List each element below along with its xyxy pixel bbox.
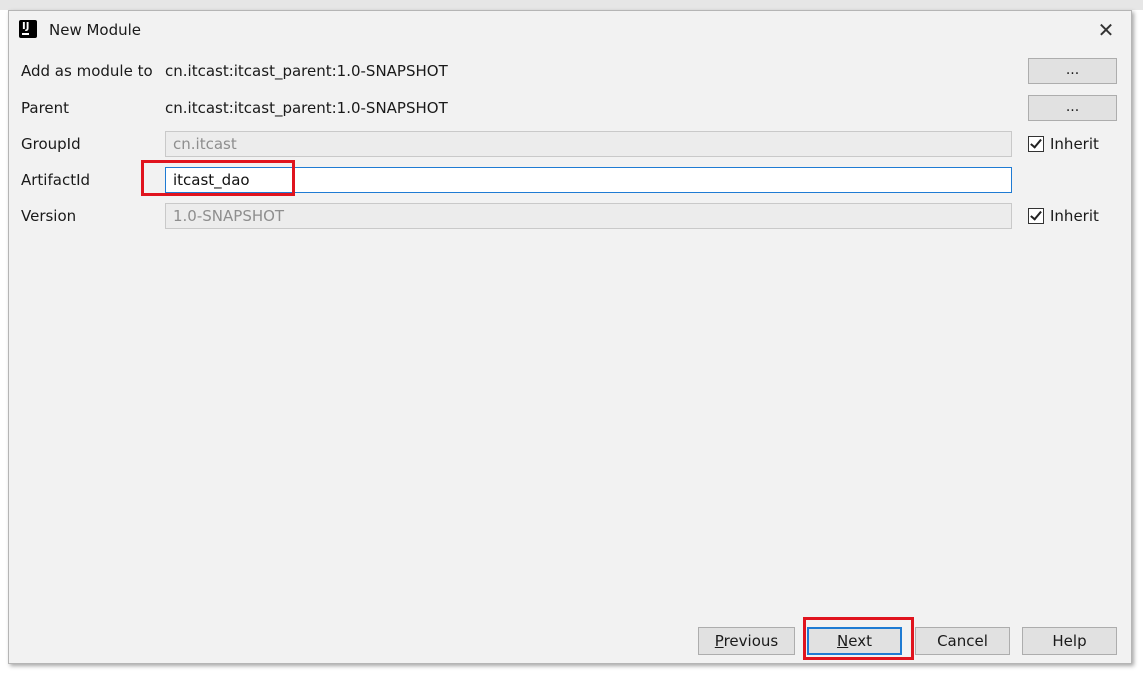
parent-value: cn.itcast:itcast_parent:1.0-SNAPSHOT xyxy=(165,99,448,117)
title-bar: IJ New Module ✕ xyxy=(9,11,1131,49)
version-inherit-checkbox[interactable]: Inherit xyxy=(1028,207,1099,225)
parent-label: Parent xyxy=(21,99,70,117)
artifact-id-label: ArtifactId xyxy=(21,171,91,189)
cancel-button[interactable]: Cancel xyxy=(915,627,1010,655)
version-inherit-label: Inherit xyxy=(1050,207,1099,225)
group-id-label: GroupId xyxy=(21,135,81,153)
previous-button[interactable]: Previous xyxy=(698,627,795,655)
previous-label: revious xyxy=(723,632,779,650)
close-icon[interactable]: ✕ xyxy=(1095,19,1117,41)
version-label: Version xyxy=(21,207,77,225)
new-module-dialog: IJ New Module ✕ Add as module to cn.itca… xyxy=(8,10,1132,664)
dialog-title: New Module xyxy=(49,21,142,39)
group-id-inherit-label: Inherit xyxy=(1050,135,1099,153)
version-field[interactable]: 1.0-SNAPSHOT xyxy=(165,203,1012,229)
add-as-module-label: Add as module to xyxy=(21,62,153,80)
next-button[interactable]: Next xyxy=(807,627,902,655)
group-id-field[interactable]: cn.itcast xyxy=(165,131,1012,157)
artifact-id-field[interactable]: itcast_dao xyxy=(165,167,1012,193)
previous-mnemonic: P xyxy=(714,632,724,650)
next-mnemonic: N xyxy=(837,632,849,650)
next-label: ext xyxy=(848,632,872,650)
add-as-module-value: cn.itcast:itcast_parent:1.0-SNAPSHOT xyxy=(165,62,448,80)
parent-browse-button[interactable]: ... xyxy=(1028,95,1117,121)
intellij-idea-icon: IJ xyxy=(17,18,39,40)
group-id-inherit-checkbox[interactable]: Inherit xyxy=(1028,135,1099,153)
help-button[interactable]: Help xyxy=(1022,627,1117,655)
checkbox-checked-icon xyxy=(1028,208,1044,224)
checkbox-checked-icon xyxy=(1028,136,1044,152)
background-window xyxy=(0,0,1143,10)
add-as-module-browse-button[interactable]: ... xyxy=(1028,58,1117,84)
